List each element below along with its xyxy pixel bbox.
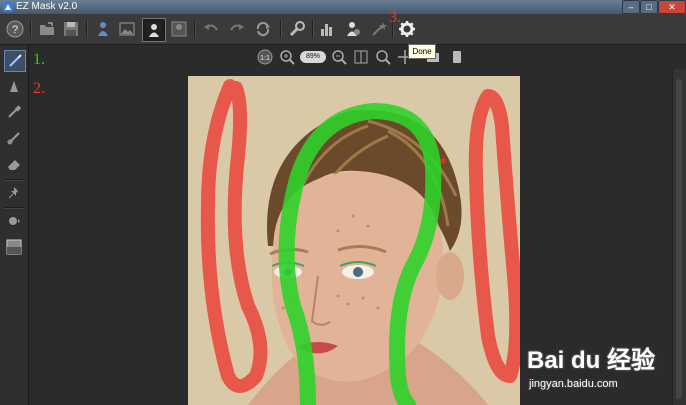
sidebar-separator xyxy=(4,207,24,209)
annotation-step-3: 3. xyxy=(389,9,401,26)
watermark-brand: Bai du 经验 xyxy=(527,347,656,374)
zoom-out-icon xyxy=(332,50,347,65)
split-view-button[interactable] xyxy=(352,48,370,66)
done-tooltip: Done xyxy=(408,44,436,59)
person-gear-icon xyxy=(347,22,360,36)
toolbar-separator xyxy=(86,20,88,38)
magic-wand-icon xyxy=(372,22,387,36)
watermark-url: jingyan.baidu.com xyxy=(529,378,618,390)
mask-image-icon xyxy=(171,21,187,37)
annotation-step-2: 2. xyxy=(33,80,45,97)
toolbar-separator xyxy=(280,20,282,38)
pencil-tool[interactable] xyxy=(4,128,24,148)
save-button[interactable] xyxy=(60,18,82,40)
app-icon xyxy=(3,2,13,12)
wrench-button[interactable] xyxy=(286,18,308,40)
eraser-tool[interactable] xyxy=(4,154,24,174)
zoom-toolbar: 1:1 89% xyxy=(0,45,686,69)
cone-icon xyxy=(10,81,18,92)
actual-size-button[interactable]: 1:1 xyxy=(256,48,274,66)
title-bar: EZ Mask v2.0 – □ ✕ xyxy=(0,0,686,14)
zoom-in-button[interactable] xyxy=(278,48,296,66)
redo-button[interactable] xyxy=(226,18,248,40)
undo-icon xyxy=(204,24,218,31)
svg-text:?: ? xyxy=(12,24,18,36)
color-swatch-icon xyxy=(6,239,22,255)
zoom-fit-button[interactable] xyxy=(374,48,392,66)
pin-icon xyxy=(8,187,18,199)
brush-icon xyxy=(9,54,22,67)
main-toolbar: ? xyxy=(0,14,686,45)
minimize-button[interactable]: – xyxy=(622,0,640,14)
person-button[interactable] xyxy=(92,18,114,40)
image-canvas[interactable] xyxy=(188,76,520,405)
color-swatch-tool[interactable] xyxy=(4,237,24,257)
svg-text:1:1: 1:1 xyxy=(260,55,270,62)
window-title: EZ Mask v2.0 xyxy=(16,1,78,12)
pin-tool[interactable] xyxy=(4,183,24,203)
redo-icon xyxy=(230,24,244,31)
zoom-fit-icon xyxy=(376,50,391,65)
open-icon xyxy=(40,22,54,35)
zoom-in-icon xyxy=(280,50,295,65)
maximize-button[interactable]: □ xyxy=(640,0,658,14)
zoom-value[interactable]: 89% xyxy=(300,51,326,63)
baidu-watermark: Bai du 经验 jingyan.baidu.com xyxy=(527,340,677,405)
toolbar-separator xyxy=(312,20,314,38)
portrait-photo xyxy=(188,76,520,405)
refresh-button[interactable] xyxy=(252,18,274,40)
toolbar-separator xyxy=(194,20,196,38)
magic-wand-button[interactable] xyxy=(368,18,390,40)
keep-brush-tool[interactable] xyxy=(4,50,26,72)
brush-size-icon xyxy=(9,217,20,225)
drop-brush-tool[interactable] xyxy=(4,76,24,96)
person-gear-button[interactable] xyxy=(342,18,364,40)
mask-person-button[interactable] xyxy=(142,18,166,42)
save-icon xyxy=(64,22,78,36)
open-button[interactable] xyxy=(36,18,58,40)
paint-brush-tool[interactable] xyxy=(4,102,24,122)
zoom-out-button[interactable] xyxy=(330,48,348,66)
histogram-icon xyxy=(321,24,332,36)
wrench-icon xyxy=(289,21,305,37)
paintbrush-icon xyxy=(8,105,22,118)
brush-size-tool[interactable] xyxy=(4,211,24,231)
histogram-button[interactable] xyxy=(316,18,338,40)
annotation-step-1: 1. xyxy=(33,51,45,68)
help-icon: ? xyxy=(6,20,24,38)
image-button[interactable] xyxy=(116,18,138,40)
split-view-icon xyxy=(354,50,368,64)
toolbar-separator xyxy=(30,20,32,38)
view-mask-icon xyxy=(453,51,461,63)
actual-size-icon: 1:1 xyxy=(257,49,273,65)
tool-sidebar xyxy=(0,45,29,405)
person-icon xyxy=(98,22,108,36)
mask-image-button[interactable] xyxy=(168,18,190,40)
view-mask-button[interactable] xyxy=(448,48,466,66)
mask-person-icon xyxy=(146,22,162,38)
image-icon xyxy=(119,22,135,36)
sidebar-separator xyxy=(4,179,24,181)
pencil-icon xyxy=(7,132,20,145)
close-button[interactable]: ✕ xyxy=(658,0,686,14)
undo-button[interactable] xyxy=(200,18,222,40)
refresh-icon xyxy=(256,21,270,37)
eraser-icon xyxy=(8,160,20,170)
help-button[interactable]: ? xyxy=(4,18,26,40)
